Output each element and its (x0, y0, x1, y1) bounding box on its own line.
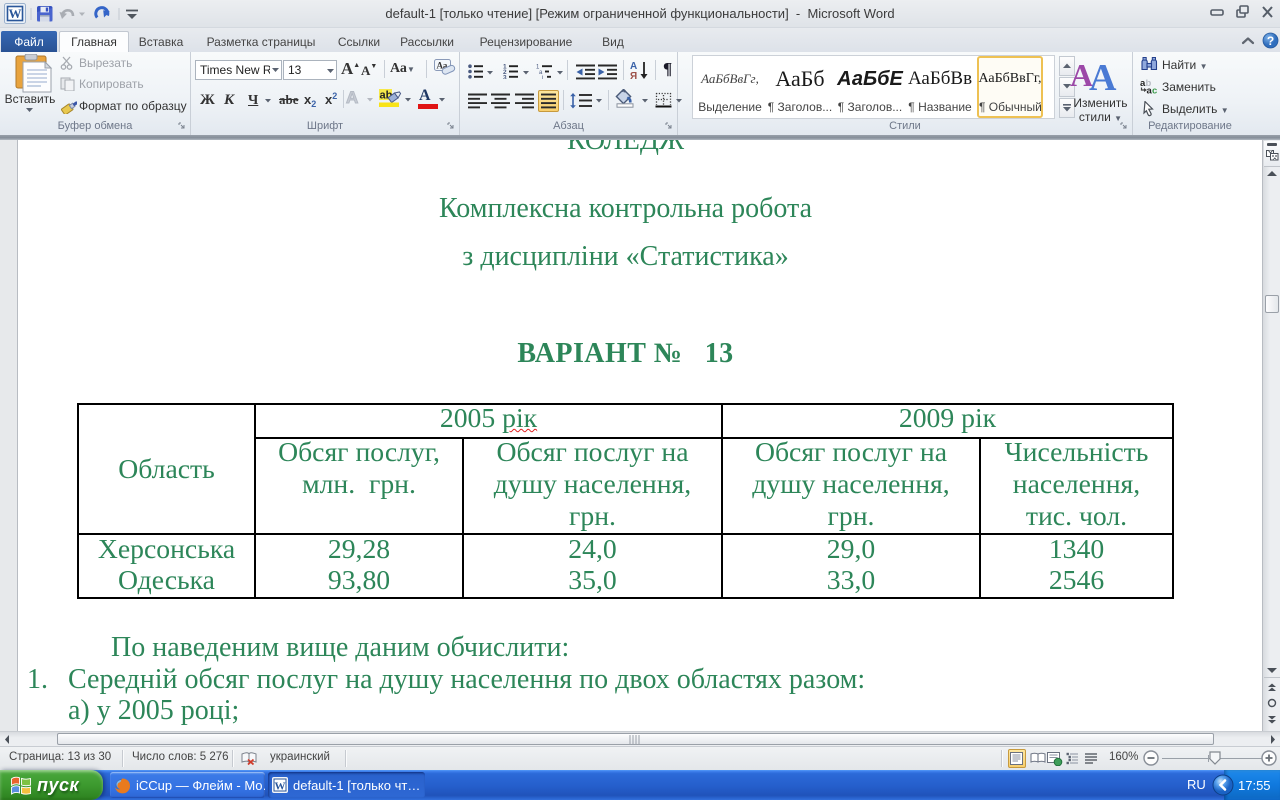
svg-text:?: ? (1267, 34, 1274, 48)
svg-text:Я: Я (630, 71, 637, 81)
svg-text:W: W (275, 781, 286, 793)
svg-text:A: A (1089, 57, 1117, 95)
svg-text:i: i (542, 76, 543, 80)
svg-text:c: c (1152, 86, 1157, 95)
svg-text:3: 3 (503, 75, 507, 80)
